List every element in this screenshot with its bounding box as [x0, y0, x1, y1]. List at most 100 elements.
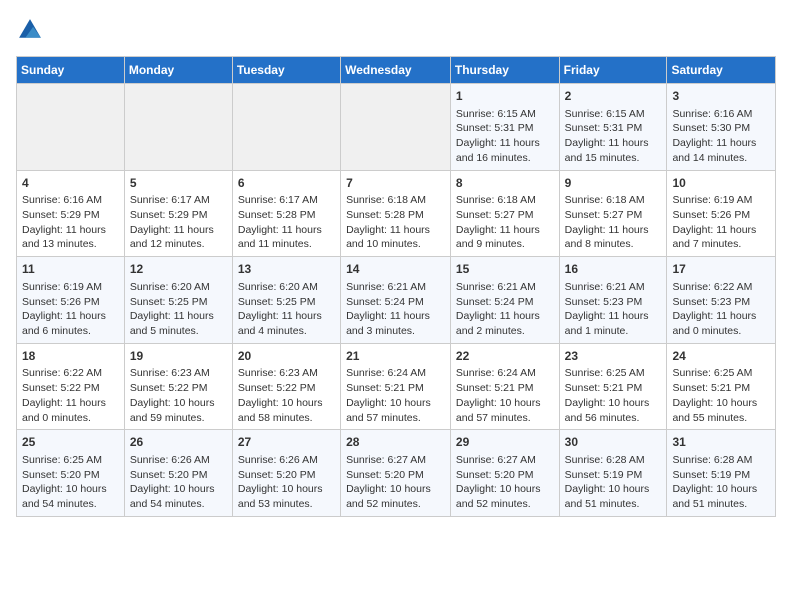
day-of-week-header: Monday	[124, 57, 232, 84]
calendar-day-cell: 30 Sunrise: 6:28 AM Sunset: 5:19 PM Dayli…	[559, 430, 667, 517]
calendar-week-row: 11 Sunrise: 6:19 AM Sunset: 5:26 PM Dayli…	[17, 257, 776, 344]
calendar-day-cell: 16 Sunrise: 6:21 AM Sunset: 5:23 PM Dayli…	[559, 257, 667, 344]
day-info: Sunrise: 6:16 AM Sunset: 5:30 PM Dayligh…	[672, 107, 770, 166]
calendar-day-cell: 5Sunrise: 6:17 AM Sunset: 5:29 PM Daylig…	[124, 170, 232, 257]
day-info: Sunrise: 6:24 AM Sunset: 5:21 PM Dayligh…	[346, 366, 445, 425]
calendar-day-cell: 26 Sunrise: 6:26 AM Sunset: 5:20 PM Dayli…	[124, 430, 232, 517]
calendar-day-cell: 14 Sunrise: 6:21 AM Sunset: 5:24 PM Dayli…	[341, 257, 451, 344]
day-of-week-header: Sunday	[17, 57, 125, 84]
calendar-day-cell: 19Sunrise: 6:23 AM Sunset: 5:22 PM Dayli…	[124, 343, 232, 430]
day-number: 6	[238, 175, 335, 192]
day-number: 22	[456, 348, 554, 365]
day-number: 8	[456, 175, 554, 192]
calendar-header-row: SundayMondayTuesdayWednesdayThursdayFrid…	[17, 57, 776, 84]
day-info: Sunrise: 6:28 AM Sunset: 5:19 PM Dayligh…	[565, 453, 662, 512]
day-number: 11	[22, 261, 119, 278]
day-info: Sunrise: 6:26 AM Sunset: 5:20 PM Dayligh…	[130, 453, 227, 512]
calendar-day-cell	[17, 84, 125, 171]
day-info: Sunrise: 6:20 AM Sunset: 5:25 PM Dayligh…	[238, 280, 335, 339]
day-number: 5	[130, 175, 227, 192]
calendar-day-cell: 10Sunrise: 6:19 AM Sunset: 5:26 PM Dayli…	[667, 170, 776, 257]
day-info: Sunrise: 6:17 AM Sunset: 5:29 PM Dayligh…	[130, 193, 227, 252]
day-of-week-header: Friday	[559, 57, 667, 84]
day-info: Sunrise: 6:26 AM Sunset: 5:20 PM Dayligh…	[238, 453, 335, 512]
calendar-day-cell: 1 Sunrise: 6:15 AM Sunset: 5:31 PM Daylig…	[450, 84, 559, 171]
logo	[16, 16, 48, 44]
day-number: 20	[238, 348, 335, 365]
day-info: Sunrise: 6:15 AM Sunset: 5:31 PM Dayligh…	[456, 107, 554, 166]
day-info: Sunrise: 6:24 AM Sunset: 5:21 PM Dayligh…	[456, 366, 554, 425]
day-number: 4	[22, 175, 119, 192]
day-number: 24	[672, 348, 770, 365]
day-info: Sunrise: 6:25 AM Sunset: 5:20 PM Dayligh…	[22, 453, 119, 512]
day-info: Sunrise: 6:27 AM Sunset: 5:20 PM Dayligh…	[346, 453, 445, 512]
day-info: Sunrise: 6:21 AM Sunset: 5:24 PM Dayligh…	[456, 280, 554, 339]
calendar-week-row: 4Sunrise: 6:16 AM Sunset: 5:29 PM Daylig…	[17, 170, 776, 257]
day-number: 26	[130, 434, 227, 451]
day-info: Sunrise: 6:20 AM Sunset: 5:25 PM Dayligh…	[130, 280, 227, 339]
day-number: 13	[238, 261, 335, 278]
day-number: 16	[565, 261, 662, 278]
day-number: 31	[672, 434, 770, 451]
calendar-day-cell: 22Sunrise: 6:24 AM Sunset: 5:21 PM Dayli…	[450, 343, 559, 430]
day-number: 12	[130, 261, 227, 278]
calendar-day-cell: 8Sunrise: 6:18 AM Sunset: 5:27 PM Daylig…	[450, 170, 559, 257]
day-info: Sunrise: 6:25 AM Sunset: 5:21 PM Dayligh…	[565, 366, 662, 425]
calendar-day-cell	[341, 84, 451, 171]
day-number: 19	[130, 348, 227, 365]
calendar-day-cell: 4Sunrise: 6:16 AM Sunset: 5:29 PM Daylig…	[17, 170, 125, 257]
day-info: Sunrise: 6:17 AM Sunset: 5:28 PM Dayligh…	[238, 193, 335, 252]
calendar-day-cell: 12 Sunrise: 6:20 AM Sunset: 5:25 PM Dayli…	[124, 257, 232, 344]
calendar-day-cell: 29 Sunrise: 6:27 AM Sunset: 5:20 PM Dayli…	[450, 430, 559, 517]
day-of-week-header: Tuesday	[232, 57, 340, 84]
day-number: 15	[456, 261, 554, 278]
day-number: 3	[672, 88, 770, 105]
day-info: Sunrise: 6:23 AM Sunset: 5:22 PM Dayligh…	[130, 366, 227, 425]
day-info: Sunrise: 6:28 AM Sunset: 5:19 PM Dayligh…	[672, 453, 770, 512]
calendar-day-cell: 2Sunrise: 6:15 AM Sunset: 5:31 PM Daylig…	[559, 84, 667, 171]
day-number: 1	[456, 88, 554, 105]
calendar-week-row: 25 Sunrise: 6:25 AM Sunset: 5:20 PM Dayli…	[17, 430, 776, 517]
day-info: Sunrise: 6:22 AM Sunset: 5:23 PM Dayligh…	[672, 280, 770, 339]
calendar-day-cell: 6Sunrise: 6:17 AM Sunset: 5:28 PM Daylig…	[232, 170, 340, 257]
calendar-table: SundayMondayTuesdayWednesdayThursdayFrid…	[16, 56, 776, 517]
page-header	[16, 16, 776, 44]
day-of-week-header: Wednesday	[341, 57, 451, 84]
calendar-day-cell: 13 Sunrise: 6:20 AM Sunset: 5:25 PM Dayli…	[232, 257, 340, 344]
calendar-day-cell: 7Sunrise: 6:18 AM Sunset: 5:28 PM Daylig…	[341, 170, 451, 257]
calendar-week-row: 18Sunrise: 6:22 AM Sunset: 5:22 PM Dayli…	[17, 343, 776, 430]
calendar-day-cell: 17 Sunrise: 6:22 AM Sunset: 5:23 PM Dayli…	[667, 257, 776, 344]
calendar-day-cell: 28 Sunrise: 6:27 AM Sunset: 5:20 PM Dayli…	[341, 430, 451, 517]
day-info: Sunrise: 6:22 AM Sunset: 5:22 PM Dayligh…	[22, 366, 119, 425]
calendar-day-cell: 9Sunrise: 6:18 AM Sunset: 5:27 PM Daylig…	[559, 170, 667, 257]
day-info: Sunrise: 6:27 AM Sunset: 5:20 PM Dayligh…	[456, 453, 554, 512]
calendar-week-row: 1 Sunrise: 6:15 AM Sunset: 5:31 PM Daylig…	[17, 84, 776, 171]
day-of-week-header: Saturday	[667, 57, 776, 84]
day-number: 30	[565, 434, 662, 451]
day-number: 2	[565, 88, 662, 105]
day-number: 29	[456, 434, 554, 451]
day-number: 25	[22, 434, 119, 451]
calendar-day-cell: 18Sunrise: 6:22 AM Sunset: 5:22 PM Dayli…	[17, 343, 125, 430]
day-of-week-header: Thursday	[450, 57, 559, 84]
calendar-day-cell: 27 Sunrise: 6:26 AM Sunset: 5:20 PM Dayli…	[232, 430, 340, 517]
day-number: 23	[565, 348, 662, 365]
day-info: Sunrise: 6:21 AM Sunset: 5:23 PM Dayligh…	[565, 280, 662, 339]
day-number: 17	[672, 261, 770, 278]
calendar-day-cell: 25 Sunrise: 6:25 AM Sunset: 5:20 PM Dayli…	[17, 430, 125, 517]
calendar-day-cell: 20Sunrise: 6:23 AM Sunset: 5:22 PM Dayli…	[232, 343, 340, 430]
calendar-day-cell	[124, 84, 232, 171]
calendar-day-cell: 15 Sunrise: 6:21 AM Sunset: 5:24 PM Dayli…	[450, 257, 559, 344]
day-info: Sunrise: 6:23 AM Sunset: 5:22 PM Dayligh…	[238, 366, 335, 425]
day-info: Sunrise: 6:18 AM Sunset: 5:28 PM Dayligh…	[346, 193, 445, 252]
day-number: 28	[346, 434, 445, 451]
day-number: 9	[565, 175, 662, 192]
day-number: 10	[672, 175, 770, 192]
calendar-day-cell	[232, 84, 340, 171]
day-info: Sunrise: 6:19 AM Sunset: 5:26 PM Dayligh…	[22, 280, 119, 339]
calendar-day-cell: 11 Sunrise: 6:19 AM Sunset: 5:26 PM Dayli…	[17, 257, 125, 344]
day-number: 27	[238, 434, 335, 451]
calendar-day-cell: 21Sunrise: 6:24 AM Sunset: 5:21 PM Dayli…	[341, 343, 451, 430]
day-number: 14	[346, 261, 445, 278]
day-info: Sunrise: 6:21 AM Sunset: 5:24 PM Dayligh…	[346, 280, 445, 339]
